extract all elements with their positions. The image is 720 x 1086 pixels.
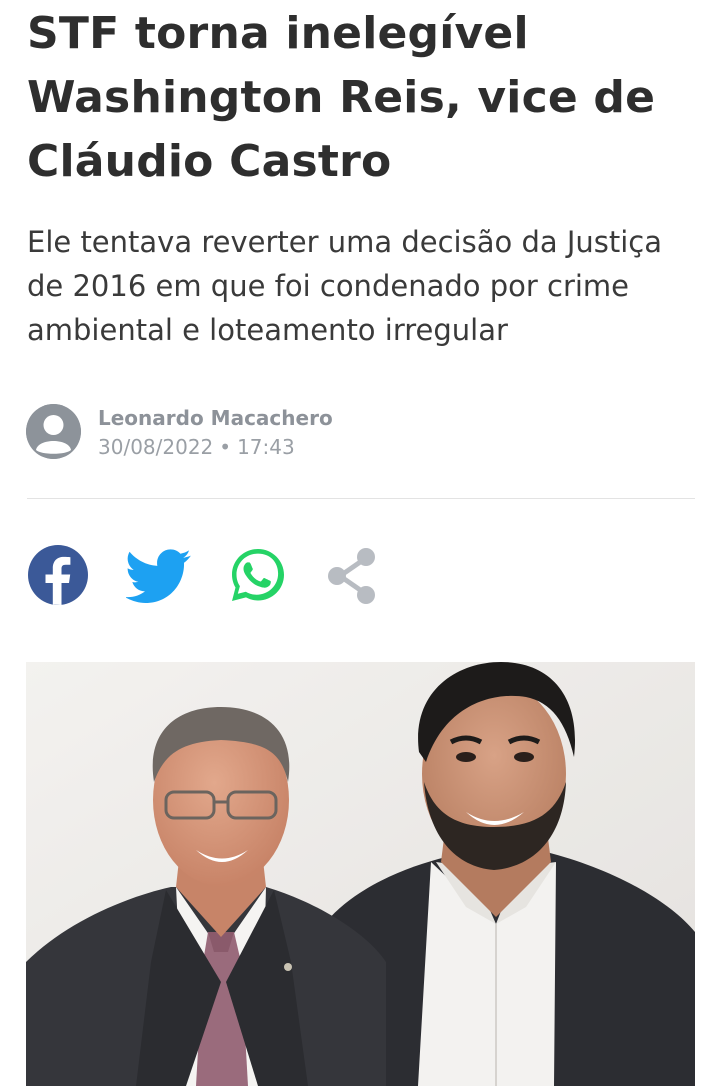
publish-meta: 30/08/2022 • 17:43 [98,433,295,461]
share-icon [328,548,375,604]
facebook-icon [28,545,88,605]
facebook-share-button[interactable] [26,543,92,609]
twitter-share-button[interactable] [126,543,192,609]
whatsapp-icon [232,549,284,601]
publish-date: 30/08/2022 [98,435,214,459]
author-avatar-icon[interactable] [26,404,81,459]
whatsapp-share-button[interactable] [226,543,292,609]
twitter-icon [126,549,191,603]
divider [27,498,695,499]
share-bar [26,543,426,609]
headline: STF torna inelegível Washington Reis, vi… [27,8,656,187]
meta-separator: • [219,435,232,459]
author-name[interactable]: Leonardo Macachero [98,404,333,432]
article: STF torna inelegível Washington Reis, vi… [0,0,720,1086]
share-button[interactable] [322,543,388,609]
publish-time: 17:43 [237,435,295,459]
article-subtitle: Ele tentava reverter uma decisão da Just… [27,225,663,347]
byline: Leonardo Macachero 30/08/2022 • 17:43 [26,404,686,462]
article-photo[interactable] [26,662,695,1086]
